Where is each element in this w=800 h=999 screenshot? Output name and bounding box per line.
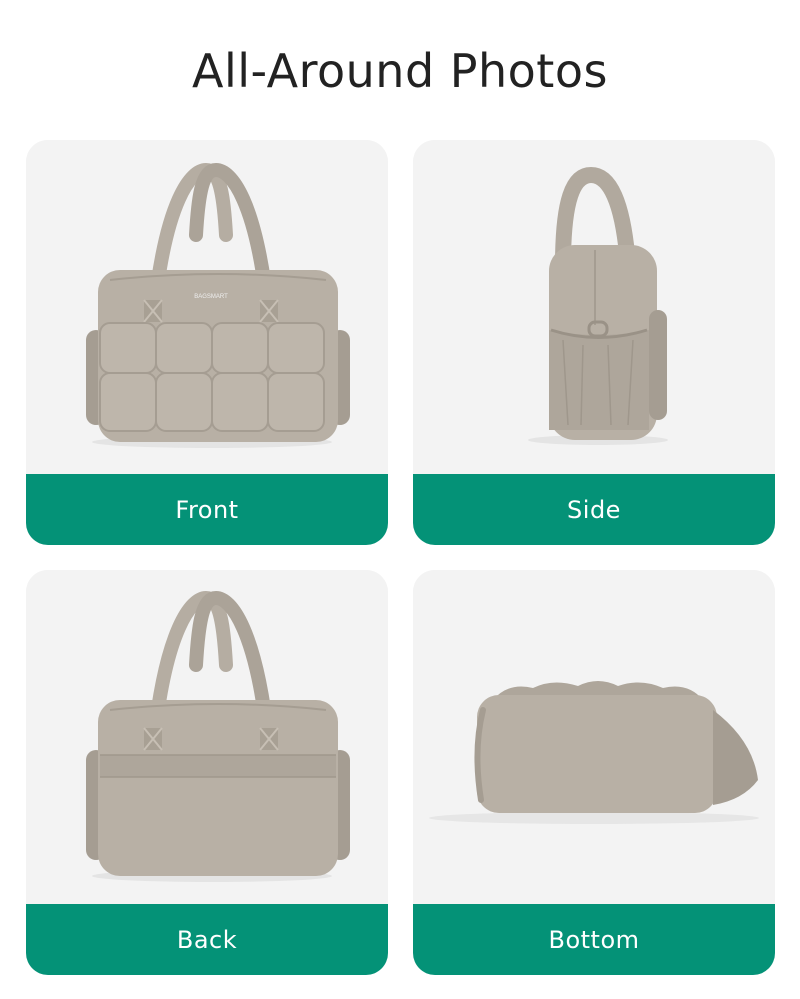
bag-back-photo [26,570,388,904]
page-title: All-Around Photos [192,44,608,98]
back-view-card: Back [26,570,388,975]
bottom-view-label: Bottom [413,904,775,975]
back-view-label: Back [26,904,388,975]
bag-front-photo: BAGSMART [26,140,388,474]
bottom-view-card: Bottom [413,570,775,975]
bag-side-photo [413,140,775,474]
front-view-card: BAGSMART Front [26,140,388,545]
brand-logo: BAGSMART [194,294,228,300]
front-view-label: Front [26,474,388,545]
bag-bottom-photo [413,570,775,904]
side-view-label: Side [413,474,775,545]
side-view-card: Side [413,140,775,545]
